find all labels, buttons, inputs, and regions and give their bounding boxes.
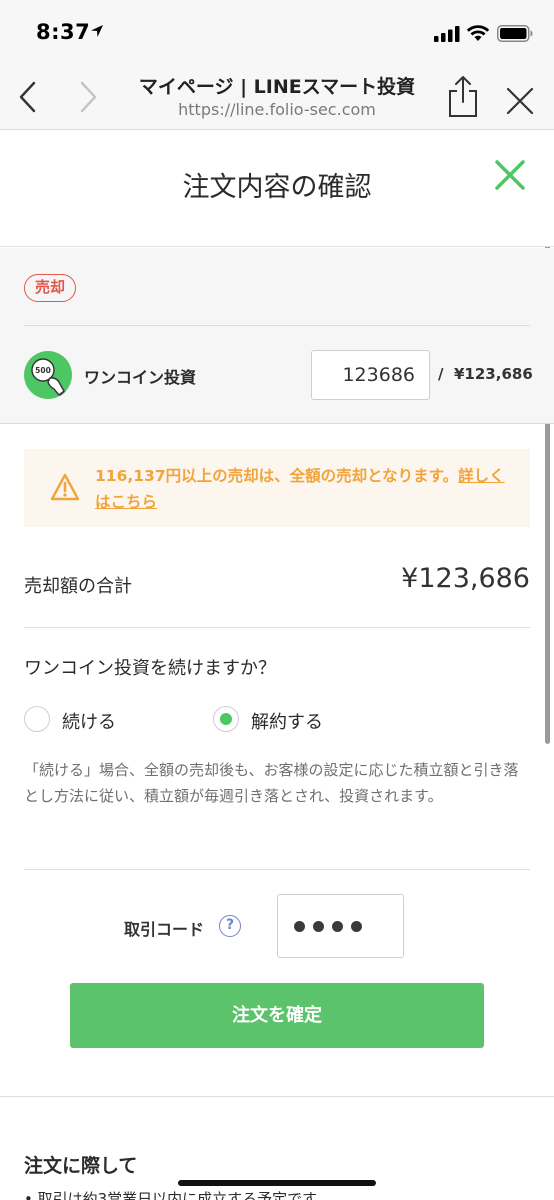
modal-close-icon[interactable]	[493, 158, 527, 192]
radio-cancel-label[interactable]: 解約する	[251, 708, 323, 734]
order-product-section: 売却 500 ワンコイン投資 / ¥123,686	[0, 248, 554, 424]
modal-header: 注文内容の確認	[0, 131, 554, 247]
browser-toolbar: マイページ | LINEスマート投資 https://line.folio-se…	[0, 64, 554, 130]
remarks-heading: 注文に際して	[24, 1155, 138, 1177]
location-arrow-icon	[91, 25, 103, 37]
trade-code-label: 取引コード	[124, 920, 205, 939]
quantity-input[interactable]	[311, 350, 430, 400]
continue-explanation: 「続ける」場合、全額の売却後も、お客様の設定に応じた積立額と引き落とし方法に従い…	[24, 761, 519, 805]
radio-continue-label[interactable]: 続ける	[62, 708, 116, 734]
one-coin-investment-icon: 500	[24, 351, 72, 399]
total-value: ¥123,686	[401, 563, 530, 594]
notice-message: 116,137円以上の売却は、全額の売却となります。	[95, 467, 459, 485]
masked-digit	[294, 921, 305, 932]
divider	[24, 869, 530, 870]
quantity-separator: /	[438, 365, 444, 383]
masked-digit	[332, 921, 343, 932]
continue-question: ワンコイン投資を続けますか？	[24, 658, 276, 679]
page-title: マイページ | LINEスマート投資	[138, 76, 416, 98]
warning-icon	[50, 473, 80, 501]
forward-arrow-icon[interactable]	[74, 80, 102, 114]
product-name: ワンコイン投資	[84, 368, 197, 387]
wifi-icon	[466, 25, 490, 41]
confirm-order-button[interactable]: 注文を確定	[70, 983, 484, 1048]
masked-digit	[313, 921, 324, 932]
battery-icon	[497, 25, 533, 42]
radio-continue[interactable]	[24, 706, 50, 732]
status-bar: 8:37	[0, 0, 554, 64]
masked-digit	[351, 921, 362, 932]
warning-notice: 116,137円以上の売却は、全額の売却となります。詳しくはこちら	[24, 449, 530, 527]
page-url[interactable]: https://line.folio-sec.com	[110, 100, 444, 119]
close-icon[interactable]	[505, 86, 535, 116]
share-icon[interactable]	[446, 74, 480, 118]
coin-label: 500	[35, 366, 51, 375]
notice-text: 116,137円以上の売却は、全額の売却となります。詳しくはこちら	[95, 463, 515, 515]
modal-title: 注文内容の確認	[182, 172, 372, 203]
divider	[24, 325, 530, 326]
help-icon[interactable]: ?	[219, 915, 241, 937]
home-indicator	[178, 1180, 376, 1186]
cellular-signal-icon	[434, 26, 460, 42]
divider	[24, 627, 530, 628]
remarks-item: • 取引は約3営業日以内に成立する予定です。	[24, 1190, 331, 1200]
divider	[0, 1096, 554, 1097]
sell-badge: 売却	[24, 274, 77, 302]
status-time: 8:37	[36, 20, 91, 44]
trade-code-input[interactable]	[277, 894, 404, 958]
radio-selected-dot	[219, 712, 232, 725]
radio-cancel[interactable]	[213, 706, 239, 732]
total-label: 売却額の合計	[24, 576, 132, 597]
back-arrow-icon[interactable]	[14, 80, 42, 114]
product-amount: ¥123,686	[454, 365, 533, 383]
